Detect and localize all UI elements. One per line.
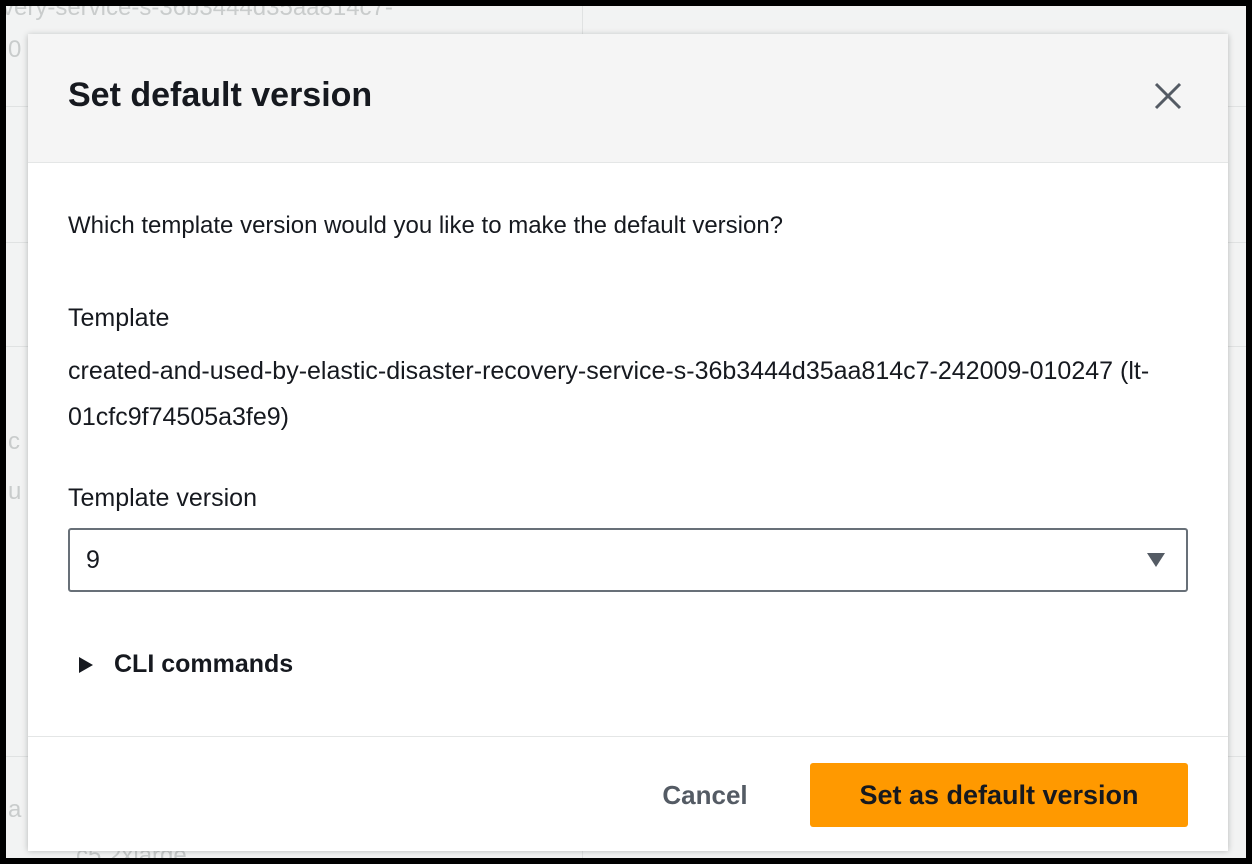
app-frame: very-service-s-36b3444d35aa814c7- 0 c u … bbox=[6, 6, 1246, 858]
set-as-default-version-button[interactable]: Set as default version bbox=[810, 763, 1188, 827]
caret-down-icon bbox=[1147, 553, 1165, 567]
template-label: Template bbox=[68, 304, 170, 332]
template-value: created-and-used-by-elastic-disaster-rec… bbox=[68, 357, 1150, 431]
close-button[interactable] bbox=[1150, 78, 1186, 114]
dialog-prompt: Which template version would you like to… bbox=[68, 212, 784, 239]
background-fragment: c bbox=[8, 428, 20, 455]
dialog-title: Set default version bbox=[68, 76, 373, 114]
close-icon bbox=[1154, 82, 1182, 110]
set-default-version-dialog: Set default version Which template versi… bbox=[28, 34, 1228, 851]
dialog-footer: Cancel Set as default version bbox=[28, 736, 1228, 851]
template-version-label: Template version bbox=[68, 484, 257, 512]
background-fragment: 0 bbox=[8, 36, 22, 63]
cli-commands-label: CLI commands bbox=[114, 650, 294, 678]
background-fragment: a bbox=[8, 796, 22, 823]
background-text: very-service-s-36b3444d35aa814c7- bbox=[6, 6, 393, 21]
background-fragment: u bbox=[8, 478, 22, 505]
template-version-value: 9 bbox=[86, 546, 100, 574]
caret-right-icon bbox=[79, 657, 93, 673]
cancel-button[interactable]: Cancel bbox=[640, 765, 770, 825]
template-version-select[interactable]: 9 bbox=[68, 528, 1188, 592]
dialog-header: Set default version bbox=[28, 34, 1228, 163]
